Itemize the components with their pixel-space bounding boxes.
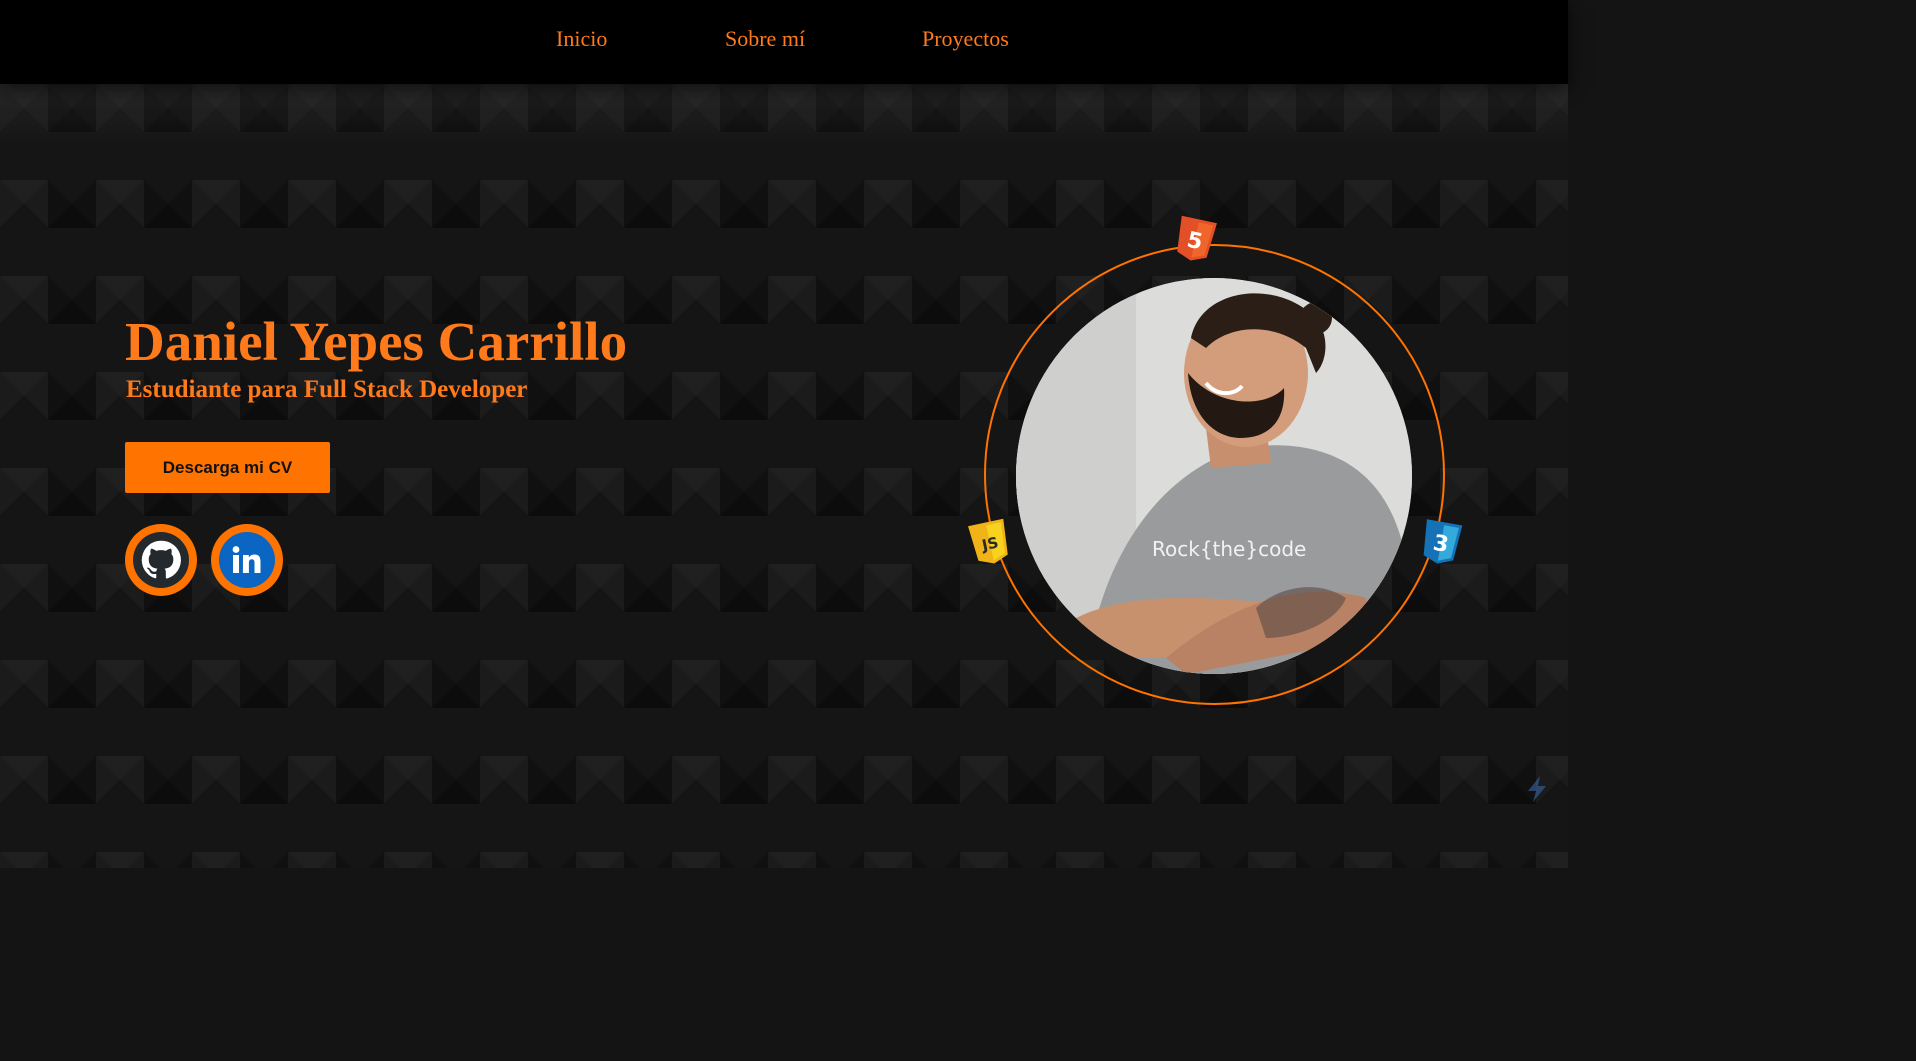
profile-photo: Rock{the}code [1016,278,1412,674]
linkedin-icon [219,532,275,588]
html5-icon: 5 [1175,215,1217,263]
download-cv-button[interactable]: Descarga mi CV [125,442,330,493]
nav-link-sobre-mi[interactable]: Sobre mí [725,26,805,52]
javascript-icon: JS [968,518,1010,566]
github-icon [133,532,189,588]
linkedin-link[interactable] [211,524,283,596]
shirt-text: Rock{the}code [1152,537,1306,561]
css3-icon: 3 [1421,519,1463,566]
nav-link-proyectos[interactable]: Proyectos [922,26,1009,52]
github-link[interactable] [125,524,197,596]
nav-link-inicio[interactable]: Inicio [556,26,607,52]
header-shadow [0,84,1568,144]
hero-subtitle: Estudiante para Full Stack Developer [126,376,528,403]
svg-text:JS: JS [979,533,1000,554]
top-navbar: Inicio Sobre mí Proyectos [0,0,1568,84]
brand-logo-icon [1522,774,1552,804]
hero-name: Daniel Yepes Carrillo [125,311,628,372]
hero-section: Daniel Yepes Carrillo Estudiante para Fu… [0,84,1568,868]
